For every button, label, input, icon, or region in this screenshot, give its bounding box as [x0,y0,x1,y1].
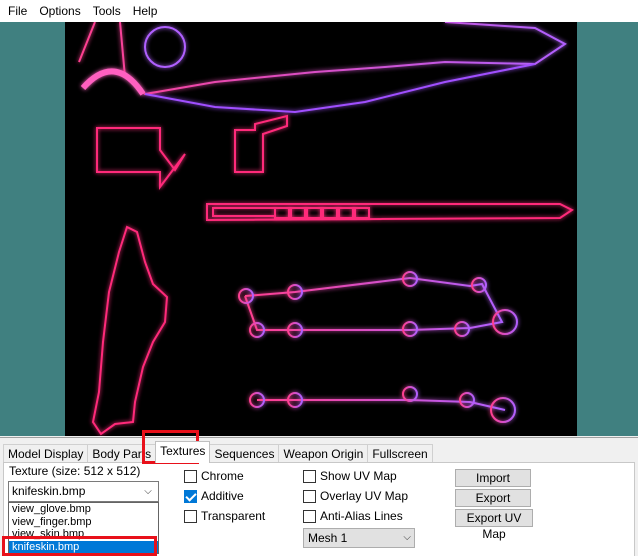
texture-viewport[interactable] [0,22,638,436]
list-item-selected[interactable]: knifeskin.bmp [9,541,158,553]
overlay-uv-map-label: Overlay UV Map [320,489,409,503]
texture-select-value: knifeskin.bmp [12,484,86,498]
list-item[interactable]: view_finger.bmp [9,516,158,529]
list-item[interactable]: view_skin.bmp [9,528,158,541]
tab-fullscreen[interactable]: Fullscreen [367,444,433,463]
menu-file[interactable]: File [2,1,33,21]
checkbox-box [184,469,197,483]
checkbox-box [303,469,316,483]
additive-label: Additive [201,489,244,503]
panel-tabs: Model Display Body Parts Textures Sequen… [3,441,433,463]
texture-preview [65,22,577,436]
anti-alias-lines-checkbox[interactable]: Anti-Alias Lines [303,508,403,524]
texture-select[interactable]: knifeskin.bmp ⌵ [8,481,159,502]
export-uv-map-button[interactable]: Export UV Map [455,509,533,541]
menu-options[interactable]: Options [33,1,86,21]
checkbox-box [184,509,197,523]
menu-tools[interactable]: Tools [87,1,127,21]
knife-texture-uv-image [78,22,574,436]
tab-sequences[interactable]: Sequences [209,444,280,463]
show-uv-map-checkbox[interactable]: Show UV Map [303,468,397,484]
checkmark-icon [184,489,197,503]
tab-textures[interactable]: Textures [155,441,211,463]
additive-checkbox[interactable]: Additive [184,488,244,504]
menu-bar: File Options Tools Help [0,0,638,22]
chrome-checkbox[interactable]: Chrome [184,468,244,484]
export-texture-button[interactable]: Export Texture [455,489,531,521]
transparent-label: Transparent [201,509,266,523]
mesh-select[interactable]: Mesh 1 ⌵ [303,528,415,548]
texture-size-label: Texture (size: 512 x 512) [9,464,141,478]
anti-alias-lines-label: Anti-Alias Lines [320,509,403,523]
list-item[interactable]: view_glove.bmp [9,503,158,516]
tab-weapon-origin[interactable]: Weapon Origin [278,444,369,463]
show-uv-map-label: Show UV Map [320,469,397,483]
tab-body-parts[interactable]: Body Parts [87,444,157,463]
import-texture-button[interactable]: Import Texture [455,469,531,501]
tab-model-display[interactable]: Model Display [3,444,89,463]
mesh-select-value: Mesh 1 [308,531,348,545]
overlay-uv-map-checkbox[interactable]: Overlay UV Map [303,488,408,504]
menu-help[interactable]: Help [127,1,164,21]
chrome-label: Chrome [201,469,244,483]
transparent-checkbox[interactable]: Transparent [184,508,265,524]
texture-dropdown-list: view_glove.bmp view_finger.bmp view_skin… [8,502,159,554]
chevron-down-icon: ⌵ [403,532,411,543]
checkbox-box [303,489,316,503]
checkbox-box [303,509,316,523]
chevron-down-icon: ⌵ [144,486,152,497]
